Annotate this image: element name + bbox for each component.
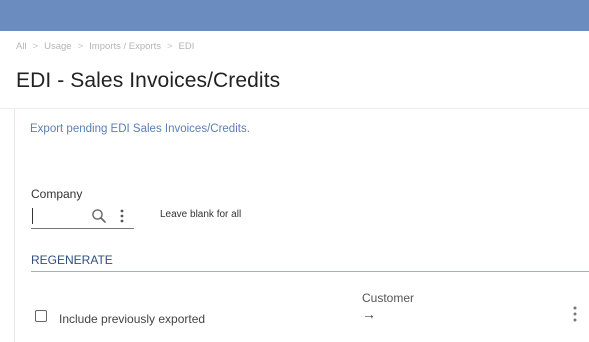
breadcrumb-item-usage[interactable]: Usage: [44, 41, 71, 52]
customer-label: Customer: [362, 291, 415, 305]
breadcrumb-item-edi[interactable]: EDI: [179, 41, 195, 52]
breadcrumb-item-all[interactable]: All: [16, 41, 27, 52]
breadcrumb-item-imports-exports[interactable]: Imports / Exports: [89, 41, 161, 52]
breadcrumb: All > Usage > Imports / Exports > EDI: [16, 39, 194, 53]
include-previously-exported-checkbox[interactable]: [35, 310, 47, 322]
company-field[interactable]: [31, 205, 134, 229]
top-bar: [0, 0, 589, 31]
breadcrumb-separator: >: [32, 40, 39, 52]
section-divider: [31, 271, 589, 272]
more-options-icon[interactable]: [119, 208, 125, 224]
row-more-options-icon[interactable]: [572, 305, 578, 323]
breadcrumb-separator: >: [77, 40, 84, 52]
page-description: Export pending EDI Sales Invoices/Credit…: [30, 123, 250, 135]
text-cursor: [32, 208, 33, 224]
company-hint: Leave blank for all: [160, 209, 242, 220]
customer-arrow-icon[interactable]: →: [362, 306, 376, 322]
include-previously-exported-label[interactable]: Include previously exported: [59, 312, 205, 326]
company-label: Company: [31, 187, 83, 201]
breadcrumb-separator: >: [166, 40, 173, 52]
page-title: EDI - Sales Invoices/Credits: [16, 69, 281, 92]
regenerate-section-title: REGENERATE: [31, 253, 113, 267]
company-input[interactable]: [35, 208, 85, 224]
search-icon[interactable]: [91, 208, 107, 224]
